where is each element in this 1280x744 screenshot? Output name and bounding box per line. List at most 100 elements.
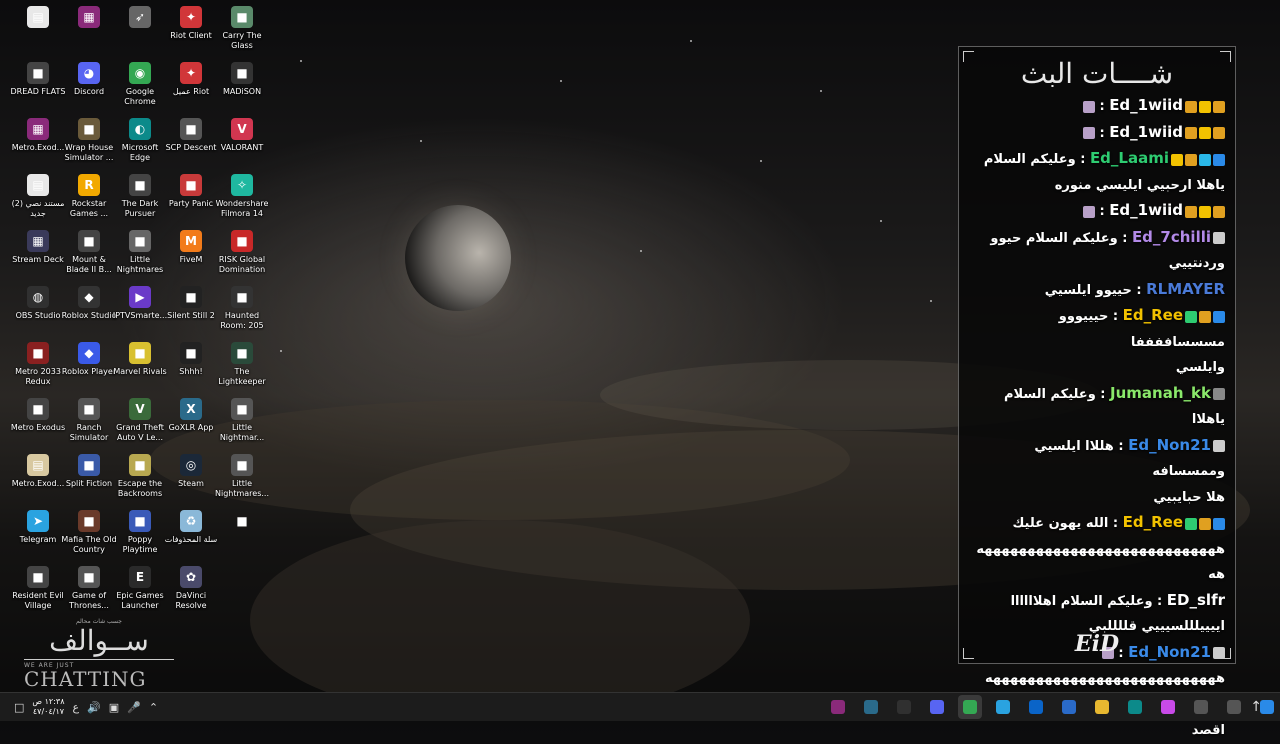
desktop-icon[interactable]: ■ Split Fiction [61,452,117,508]
game-icon: ■ [78,230,100,252]
up-arrow-icon[interactable]: ↑ [1250,699,1262,715]
desktop-icon[interactable]: ■ Escape the Backrooms [112,452,168,508]
desktop-icon[interactable]: ■ Poppy Playtime [112,508,168,564]
obs-icon-glyph [897,700,911,714]
store-icon[interactable] [1057,695,1081,719]
game-icon: ■ [231,286,253,308]
telegram-icon-glyph [996,700,1010,714]
chrome-icon: ◉ [129,62,151,84]
discord-icon[interactable] [925,695,949,719]
desktop-icon[interactable]: ■ Wrap House Simulator ... [61,116,117,172]
winrar-icon[interactable] [826,695,850,719]
desktop-icon[interactable]: ◆ Roblox Player [61,340,117,396]
desktop-icon[interactable]: X GoXLR App [163,396,219,452]
desktop-icon[interactable]: ■ The Dark Pursuer [112,172,168,228]
desktop-icon[interactable]: ■ Game of Thrones... [61,564,117,620]
telegram-icon[interactable] [991,695,1015,719]
chat-badge-icon [1185,205,1197,218]
desktop-icon[interactable]: E Epic Games Launcher [112,564,168,620]
desktop-icon[interactable]: ◕ Discord [61,60,117,116]
chat-text: وعليكم السلام حيوو [990,230,1118,246]
chat-badge-icon [1199,100,1211,113]
desktop-icon[interactable]: ■ Shhh! [163,340,219,396]
folder-icon[interactable] [1090,695,1114,719]
desktop-icon[interactable]: V VALORANT [214,116,270,172]
copilot-icon[interactable] [1156,695,1180,719]
desktop-icon[interactable]: ◐ Microsoft Edge [112,116,168,172]
epic-icon: E [129,566,151,588]
network-icon[interactable]: ▣ [109,701,119,714]
desktop-icon[interactable]: ■ MADiSON [214,60,270,116]
desktop-icon[interactable]: ■ Metro Exodus [10,396,66,452]
desktop-icon[interactable]: ■ Ranch Simulator [61,396,117,452]
desktop-icon[interactable]: ➤ Telegram [10,508,66,564]
desktop-icon[interactable]: ▶ IPTVSmarte... [112,284,168,340]
notification-icon[interactable]: □ [14,701,24,714]
desktop-icon[interactable]: ■ Silent Still 2 [163,284,219,340]
desktop-icon[interactable]: ▤ مستند نصي (2) جديد [10,172,66,228]
desktop-icon[interactable]: ✦ عميل Riot [163,60,219,116]
desktop-icon[interactable]: ■ SCP Descent [163,116,219,172]
desktop-icon[interactable]: ▦ Stream Deck [10,228,66,284]
desktop-icon-label: RISK Global Domination [218,255,266,274]
desktop-icon[interactable]: ✦ Riot Client [163,4,219,60]
steam-icon: ◎ [180,454,202,476]
filmora-icon: ✧ [231,174,253,196]
desktop-icon[interactable]: ■ Marvel Rivals [112,340,168,396]
desktop-icon[interactable]: ◉ Google Chrome [112,60,168,116]
desktop-icon-label: Telegram [19,535,57,544]
chat-badge-icon [1213,310,1225,323]
desktop-icon[interactable]: ■ Little Nightmares... [214,452,270,508]
chevron-up-icon[interactable]: ⌃ [149,701,158,714]
desktop-icon-label: Wondershare Filmora 14 [215,199,269,218]
desktop-icon[interactable]: V Grand Theft Auto V Le... [112,396,168,452]
desktop-icon[interactable]: ■ Resident Evil Village [10,564,66,620]
outlook-icon[interactable] [1024,695,1048,719]
desktop-icon[interactable]: ■ The Lightkeeper [214,340,270,396]
desktop-icon[interactable]: ▦ Metro.Exod... [10,116,66,172]
desktop-icon[interactable]: ◍ OBS Studio [10,284,66,340]
logo-divider [24,659,174,660]
desktop-icon[interactable]: ■ [214,508,270,564]
desktop-icon[interactable]: ■ Mafia The Old Country [61,508,117,564]
desktop-icon[interactable]: ✧ Wondershare Filmora 14 [214,172,270,228]
language-indicator[interactable]: ع [73,701,80,714]
desktop-icon[interactable]: ▦ [61,4,117,60]
desktop-icon[interactable]: ■ RISK Global Domination [214,228,270,284]
desktop-icon[interactable]: M FiveM [163,228,219,284]
edge-icon[interactable] [1123,695,1147,719]
desktop-icon[interactable]: ■ Little Nightmar... [214,396,270,452]
desktop-icon[interactable]: R Rockstar Games ... [61,172,117,228]
desktop-icon[interactable]: ■ Haunted Room: 205 [214,284,270,340]
desktop-icon-label: سلة المحذوفات [164,535,218,544]
desktop-icon-label: Ranch Simulator [69,423,109,442]
desktop-icon[interactable]: ■ Carry The Glass [214,4,270,60]
edge-icon: ◐ [129,118,151,140]
chrome-icon[interactable] [958,695,982,719]
desktop-icon[interactable]: ■ DREAD FLATS [10,60,66,116]
desktop-icon[interactable]: ◆ Roblox Studio [61,284,117,340]
desktop-icon[interactable]: ▤ Metro.Exod... [10,452,66,508]
desktop-icon[interactable]: ▤ [10,4,66,60]
desktop-icon[interactable]: ■ Metro 2033 Redux [10,340,66,396]
clock[interactable]: ١٢:٣٨ ص ٤٧/٠٤/١٧ [32,697,64,717]
discord-icon-glyph [930,700,944,714]
desktop-icon[interactable]: ■ Party Panic [163,172,219,228]
desktop-icon[interactable]: ➶ [112,4,168,60]
desktop-icon[interactable]: ♻ سلة المحذوفات [163,508,219,564]
goxlr-icon[interactable] [859,695,883,719]
desktop-icon[interactable]: ■ Mount & Blade II B... [61,228,117,284]
desktop-icon-label: مستند نصي (2) جديد [11,199,65,218]
search-icon[interactable] [1222,695,1246,719]
game-icon: ■ [231,454,253,476]
chat-message: Ed_Laami : وعليكم السلام [973,146,1225,173]
desktop-icon[interactable]: ■ Little Nightmares [112,228,168,284]
volume-icon[interactable]: 🔊 [87,701,101,714]
obs-icon[interactable] [892,695,916,719]
chat-badge-icon [1213,517,1225,530]
microphone-icon[interactable]: 🎤 [127,701,141,714]
chat-title: شــــات البث [1020,57,1174,90]
desktop-icon[interactable]: ✿ DaVinci Resolve [163,564,219,620]
task-view-icon[interactable] [1189,695,1213,719]
desktop-icon[interactable]: ◎ Steam [163,452,219,508]
